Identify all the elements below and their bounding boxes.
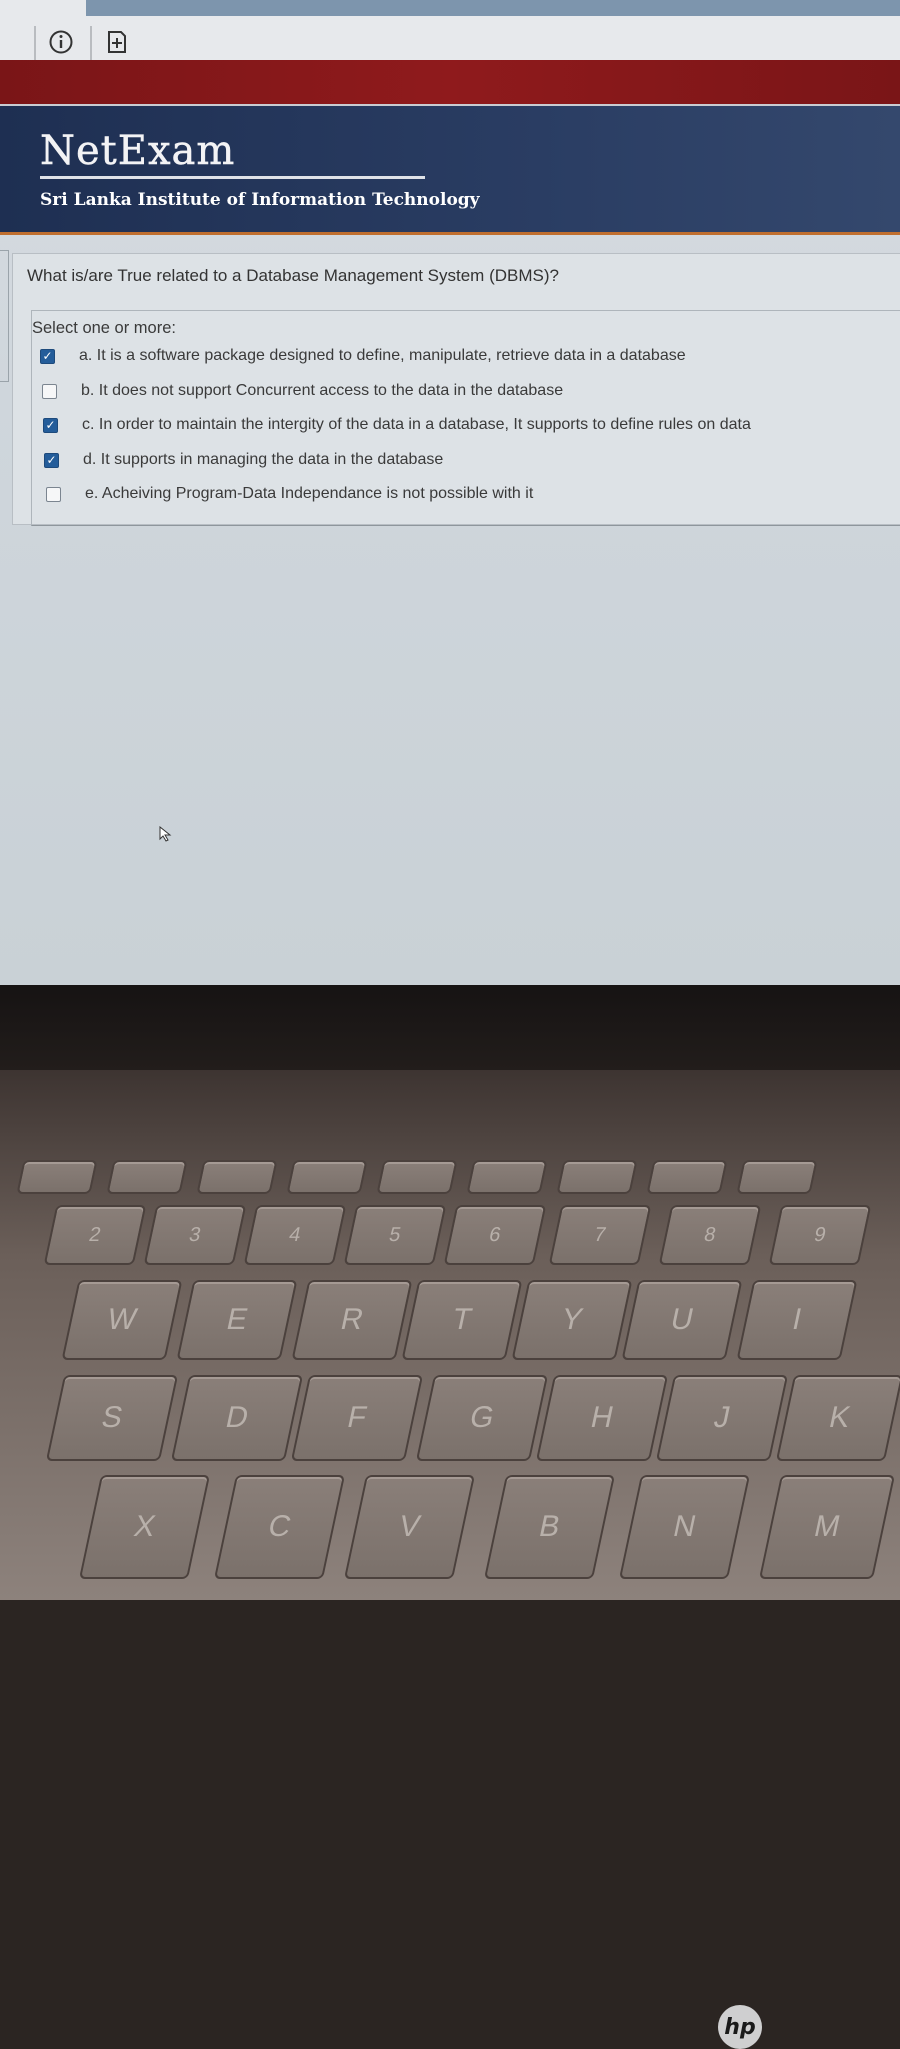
fn-key (556, 1160, 638, 1194)
key-3[interactable]: 3 (143, 1205, 247, 1265)
fn-key (196, 1160, 278, 1194)
key-s[interactable]: S (45, 1375, 179, 1461)
key-w[interactable]: W (61, 1280, 183, 1360)
key-m[interactable]: M (758, 1475, 896, 1579)
key-f[interactable]: F (290, 1375, 424, 1461)
key-h[interactable]: H (535, 1375, 669, 1461)
key-8[interactable]: 8 (658, 1205, 762, 1265)
key-2[interactable]: 2 (43, 1205, 147, 1265)
key-u[interactable]: U (621, 1280, 743, 1360)
key-g[interactable]: G (415, 1375, 549, 1461)
top-banner-strip (0, 60, 900, 104)
institution-name: Sri Lanka Institute of Information Techn… (40, 190, 480, 210)
checkbox-e[interactable] (46, 486, 61, 502)
add-tab-icon[interactable] (104, 29, 130, 55)
key-t[interactable]: T (401, 1280, 523, 1360)
netexam-logo[interactable]: NetExam (40, 128, 235, 175)
key-d[interactable]: D (170, 1375, 304, 1461)
key-n[interactable]: N (618, 1475, 751, 1579)
fn-key (646, 1160, 728, 1194)
key-v[interactable]: V (343, 1475, 476, 1579)
hp-logo: hp (718, 2005, 762, 2049)
fn-key (466, 1160, 548, 1194)
option-b[interactable]: b. It does not support Concurrent access… (42, 382, 563, 400)
fn-key (16, 1160, 98, 1194)
question-nav-marker (0, 250, 9, 382)
key-9[interactable]: 9 (768, 1205, 872, 1265)
option-d[interactable]: ✓ d. It supports in managing the data in… (44, 451, 443, 469)
key-x[interactable]: X (78, 1475, 211, 1579)
fn-key (286, 1160, 368, 1194)
key-i[interactable]: I (736, 1280, 858, 1360)
key-r[interactable]: R (291, 1280, 413, 1360)
fn-key (106, 1160, 188, 1194)
option-e-label[interactable]: e. Acheiving Program-Data Independance i… (85, 485, 533, 503)
key-j[interactable]: J (655, 1375, 789, 1461)
browser-toolbar (0, 0, 900, 60)
checkbox-d[interactable]: ✓ (44, 452, 59, 468)
info-icon[interactable] (48, 29, 74, 55)
question-text: What is/are True related to a Database M… (27, 266, 559, 285)
key-y[interactable]: Y (511, 1280, 633, 1360)
option-e[interactable]: e. Acheiving Program-Data Independance i… (46, 485, 533, 503)
option-d-label[interactable]: d. It supports in managing the data in t… (83, 451, 443, 469)
toolbar-separator (90, 26, 92, 60)
key-5[interactable]: 5 (343, 1205, 447, 1265)
checkbox-c[interactable]: ✓ (43, 417, 58, 433)
key-b[interactable]: B (483, 1475, 616, 1579)
fn-key (736, 1160, 818, 1194)
site-header: NetExam Sri Lanka Institute of Informati… (0, 104, 900, 234)
tab-strip (86, 0, 900, 16)
laptop-screen: NetExam Sri Lanka Institute of Informati… (0, 0, 900, 985)
logo-divider (40, 176, 425, 179)
key-k[interactable]: K (775, 1375, 900, 1461)
checkbox-a[interactable]: ✓ (40, 348, 55, 364)
answer-block: Select one or more: ✓ a. It is a softwar… (31, 310, 900, 526)
option-a-label[interactable]: a. It is a software package designed to … (79, 347, 686, 365)
question-panel: What is/are True related to a Database M… (12, 253, 900, 526)
fn-key (376, 1160, 458, 1194)
option-b-label[interactable]: b. It does not support Concurrent access… (81, 382, 563, 400)
key-6[interactable]: 6 (443, 1205, 547, 1265)
keyboard: 2 3 4 5 6 7 8 9 W E R T Y U I S D F G H … (0, 1070, 900, 1600)
option-a[interactable]: ✓ a. It is a software package designed t… (40, 347, 686, 365)
option-c-label[interactable]: c. In order to maintain the intergity of… (82, 416, 751, 434)
key-7[interactable]: 7 (548, 1205, 652, 1265)
mouse-cursor-icon (158, 825, 174, 847)
toolbar-separator (34, 26, 36, 60)
header-accent-line (0, 232, 900, 235)
option-c[interactable]: ✓ c. In order to maintain the intergity … (43, 416, 751, 434)
laptop-bezel: hp (0, 985, 900, 2049)
key-4[interactable]: 4 (243, 1205, 347, 1265)
key-e[interactable]: E (176, 1280, 298, 1360)
key-c[interactable]: C (213, 1475, 346, 1579)
answer-prompt: Select one or more: (32, 319, 176, 337)
checkbox-b[interactable] (42, 383, 57, 399)
